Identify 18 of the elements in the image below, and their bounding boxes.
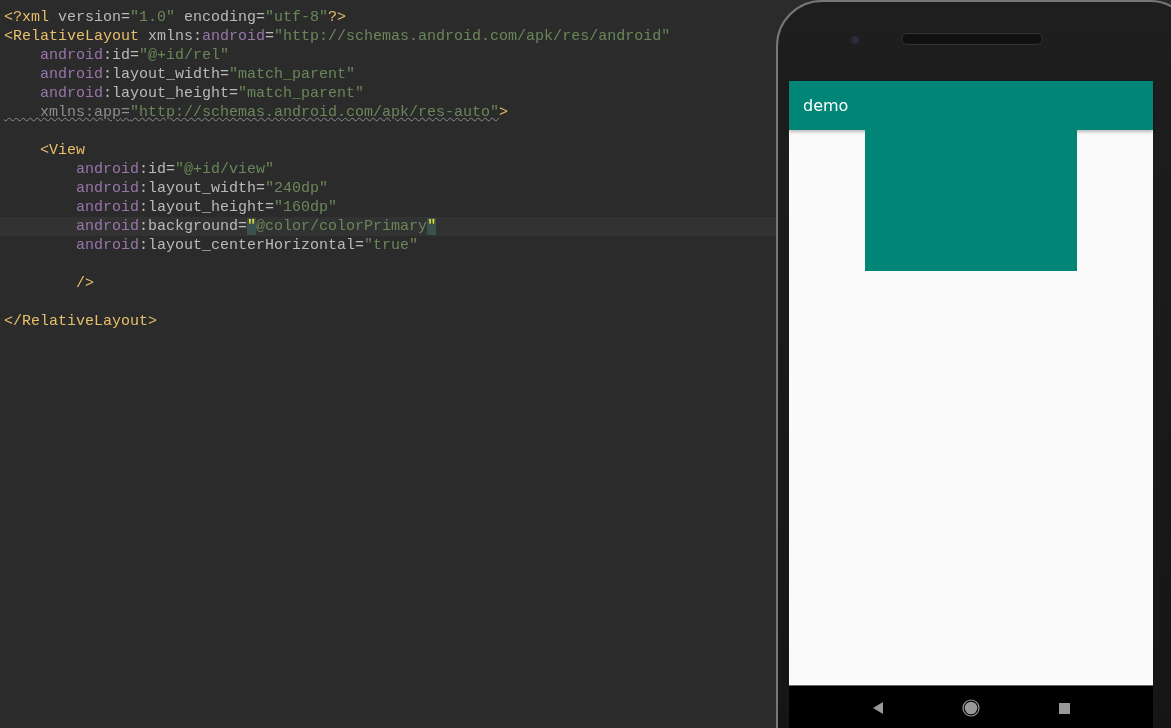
code-line: <RelativeLayout xmlns:android="http://schemas.android.com/apk/res/android" (3, 27, 672, 46)
back-icon[interactable] (872, 702, 885, 714)
code-line: /> (75, 274, 95, 293)
code-line: android:layout_width="240dp" (75, 179, 330, 198)
home-icon[interactable] (962, 699, 981, 717)
app-title: demo (803, 96, 849, 115)
code-line: android:layout_centerHorizontal="true" (75, 236, 420, 255)
recents-icon[interactable] (1058, 702, 1070, 714)
code-line: <View (39, 141, 86, 160)
code-line: </RelativeLayout> (3, 312, 159, 331)
code-line: android:layout_height="160dp" (75, 198, 339, 217)
code-line: android:id="@+id/rel" (39, 46, 231, 65)
code-line: android:layout_height="match_parent" (39, 84, 366, 103)
camera-icon (851, 36, 859, 44)
code-line: <?xml version="1.0" encoding="utf-8"?> (3, 8, 348, 27)
code-line: xmlns:app="http://schemas.android.com/apk/res-auto"> (39, 103, 510, 122)
code-line: android:layout_width="match_parent" (39, 65, 357, 84)
code-line: android:id="@+id/view" (75, 160, 276, 179)
